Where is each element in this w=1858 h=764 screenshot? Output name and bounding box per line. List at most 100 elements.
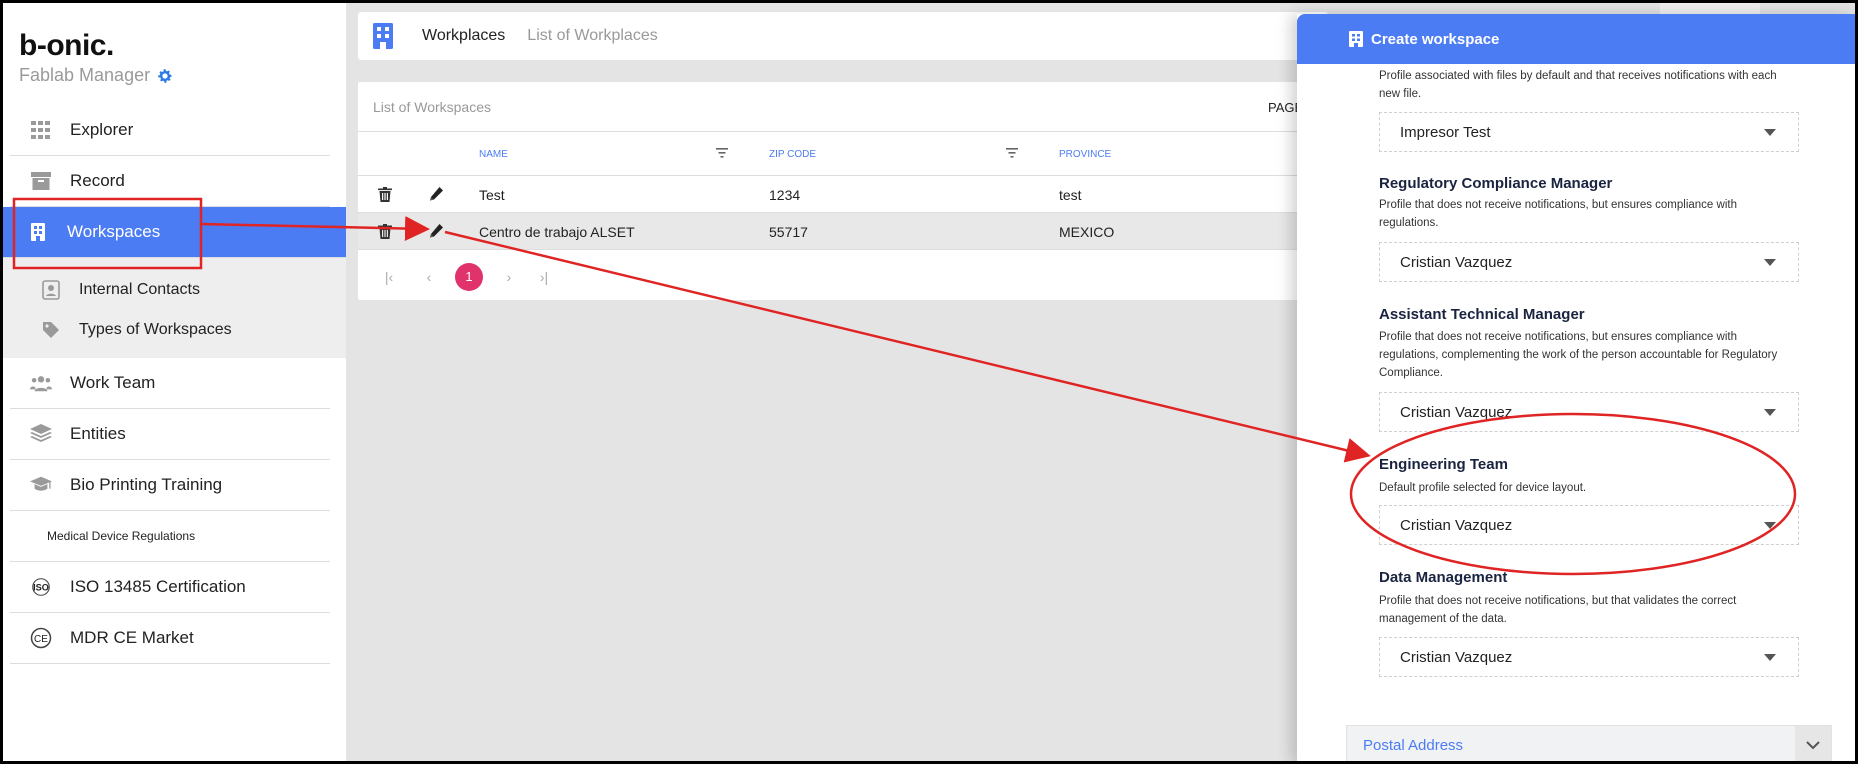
sidebar-item-label: Work Team	[70, 373, 156, 392]
cell-zip: 55717	[769, 224, 808, 240]
sidebar-item-label: Workspaces	[67, 222, 161, 241]
sidebar: b-onic. Fablab Manager Explorer Record W…	[3, 3, 346, 761]
page-header: Workplaces List of Workplaces	[358, 12, 1328, 60]
column-header-zip-code[interactable]: ZIP CODE	[769, 149, 816, 160]
next-page-button[interactable]: ›	[498, 266, 520, 288]
dropdown-arrow-icon	[1764, 654, 1776, 661]
sidebar-item-label: Entities	[70, 424, 126, 443]
create-workspace-panel: Create workspace Profile associated with…	[1297, 14, 1858, 764]
trash-icon[interactable]	[378, 187, 392, 202]
table-row[interactable]: Centro de trabajo ALSET 55717 MEXICO	[358, 213, 1328, 250]
list-title: List of Workspaces	[373, 98, 492, 115]
cell-name: Centro de trabajo ALSET	[479, 224, 635, 240]
archive-icon	[30, 170, 52, 192]
workspaces-submenu: Internal Contacts Types of Workspaces	[3, 258, 346, 358]
iso-icon: ISO	[30, 576, 52, 598]
gear-icon[interactable]	[156, 67, 174, 85]
accordion-label: Postal Address	[1363, 736, 1464, 754]
data-management-select[interactable]: Cristian Vazquez	[1379, 637, 1799, 677]
select-value: Cristian Vazquez	[1400, 516, 1513, 534]
contact-card-icon	[41, 280, 61, 300]
table-header: NAME ZIP CODE PROVINCE	[358, 132, 1328, 176]
sidebar-item-workspaces[interactable]: Workspaces	[3, 207, 346, 258]
select-value: Cristian Vazquez	[1400, 648, 1513, 666]
sidebar-item-internal-contacts[interactable]: Internal Contacts	[3, 270, 346, 310]
sidebar-item-types-of-workspaces[interactable]: Types of Workspaces	[3, 310, 346, 350]
select-value: Cristian Vazquez	[1400, 403, 1513, 421]
building-icon	[1349, 31, 1363, 47]
sidebar-item-label: Internal Contacts	[79, 281, 200, 298]
default-profile-select[interactable]: Impresor Test	[1379, 112, 1799, 152]
tag-icon	[41, 320, 61, 340]
trash-icon[interactable]	[378, 224, 392, 239]
section-title: Regulatory Compliance Manager	[1379, 175, 1613, 192]
panel-title: Create workspace	[1371, 30, 1500, 48]
sidebar-item-iso-13485[interactable]: ISO ISO 13485 Certification	[10, 562, 330, 613]
sidebar-item-bio-printing-training[interactable]: Bio Printing Training	[10, 460, 330, 511]
first-page-button[interactable]: |‹	[378, 266, 400, 288]
team-icon	[30, 372, 52, 394]
sidebar-item-label: ISO 13485 Certification	[70, 577, 246, 596]
panel-header: Create workspace	[1297, 14, 1858, 64]
last-page-button[interactable]: ›|	[533, 266, 555, 288]
sidebar-item-mdr-ce-market[interactable]: CE MDR CE Market	[10, 613, 330, 664]
ce-icon: CE	[30, 627, 52, 649]
section-description: Profile that does not receive notificati…	[1379, 199, 1737, 229]
sidebar-item-label: Record	[70, 171, 125, 190]
filter-icon[interactable]	[1006, 148, 1018, 158]
section-description: Default profile selected for device layo…	[1379, 482, 1587, 494]
section-description: Profile that does not receive notificati…	[1379, 595, 1737, 625]
engineering-team-select[interactable]: Cristian Vazquez	[1379, 505, 1799, 545]
svg-text:CE: CE	[34, 634, 48, 645]
section-description: Profile that does not receive notificati…	[1379, 331, 1778, 379]
sidebar-item-label: Bio Printing Training	[70, 475, 223, 494]
pencil-icon[interactable]	[428, 186, 444, 202]
section-label-medical-device-regulations: Medical Device Regulations	[10, 511, 330, 562]
app-logo: b-onic.	[19, 29, 114, 62]
breadcrumb[interactable]: List of Workplaces	[527, 27, 657, 45]
section-title: Engineering Team	[1379, 456, 1508, 473]
current-page-button[interactable]: 1	[455, 263, 483, 291]
sidebar-item-label: Types of Workspaces	[79, 321, 232, 338]
app-subtitle-text: Fablab Manager	[19, 65, 151, 85]
section-title: Data Management	[1379, 569, 1508, 586]
prev-page-button[interactable]: ‹	[418, 266, 440, 288]
dropdown-arrow-icon	[1764, 129, 1776, 136]
sidebar-item-entities[interactable]: Entities	[10, 409, 330, 460]
grid-icon	[30, 119, 52, 141]
postal-address-accordion[interactable]: Postal Address	[1346, 725, 1832, 764]
column-header-name[interactable]: NAME	[479, 149, 508, 160]
building-icon	[27, 221, 49, 243]
section-title: Assistant Technical Manager	[1379, 306, 1585, 323]
chevron-down-icon[interactable]	[1795, 726, 1831, 764]
select-value: Cristian Vazquez	[1400, 253, 1513, 271]
filter-icon[interactable]	[716, 148, 728, 158]
cell-province: test	[1059, 187, 1082, 203]
svg-text:ISO: ISO	[33, 583, 49, 593]
layers-icon	[30, 423, 52, 445]
sidebar-nav: Explorer Record Workspaces Internal Cont…	[3, 105, 346, 664]
cell-zip: 1234	[769, 187, 801, 203]
pencil-icon[interactable]	[428, 223, 444, 239]
assistant-technical-manager-select[interactable]: Cristian Vazquez	[1379, 392, 1799, 432]
list-header: List of Workspaces PAGE	[358, 82, 1328, 132]
dropdown-arrow-icon	[1764, 259, 1776, 266]
graduation-cap-icon	[30, 474, 52, 496]
sidebar-item-label: Explorer	[70, 120, 134, 139]
sidebar-item-work-team[interactable]: Work Team	[10, 358, 330, 409]
cell-province: MEXICO	[1059, 224, 1115, 240]
table-row[interactable]: Test 1234 test	[358, 176, 1328, 213]
app-subtitle: Fablab Manager	[19, 65, 174, 86]
sidebar-item-explorer[interactable]: Explorer	[10, 105, 330, 156]
building-icon	[373, 23, 393, 49]
regulatory-compliance-manager-select[interactable]: Cristian Vazquez	[1379, 242, 1799, 282]
dropdown-arrow-icon	[1764, 409, 1776, 416]
sidebar-item-label: MDR CE Market	[70, 628, 194, 647]
dropdown-arrow-icon	[1764, 522, 1776, 529]
cell-name: Test	[479, 187, 505, 203]
section-description: Profile associated with files by default…	[1379, 70, 1777, 100]
page-title: Workplaces	[422, 27, 506, 44]
column-header-province[interactable]: PROVINCE	[1059, 149, 1111, 160]
sidebar-item-record[interactable]: Record	[10, 156, 330, 207]
select-value: Impresor Test	[1400, 123, 1491, 141]
